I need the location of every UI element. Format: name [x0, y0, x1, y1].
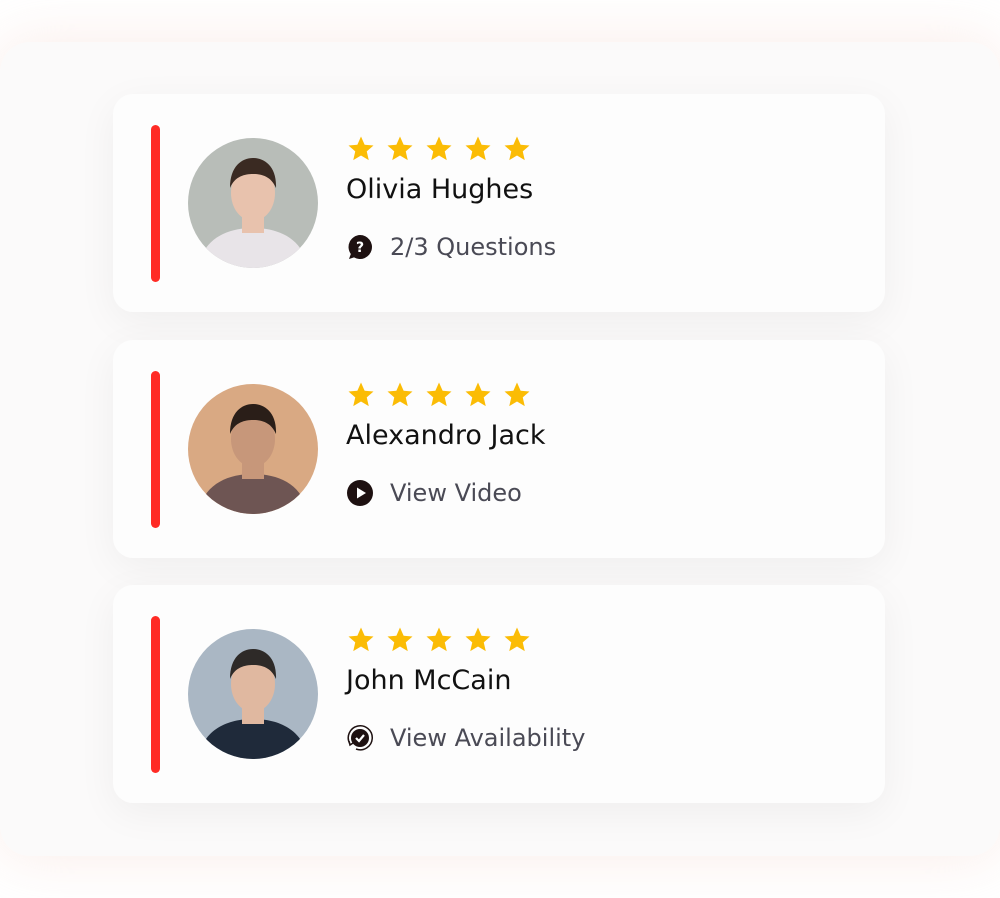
question-bubble-icon: ? — [346, 233, 374, 261]
star-icon — [465, 627, 491, 652]
star-icon — [504, 382, 530, 407]
star-icon — [426, 627, 452, 652]
star-icon — [387, 627, 413, 652]
accent-bar — [151, 125, 160, 282]
star-icon — [465, 382, 491, 407]
reviewer-name: Olivia Hughes — [346, 174, 534, 205]
svg-text:?: ? — [356, 240, 364, 256]
avatar — [188, 138, 318, 268]
action-label: View Video — [390, 479, 522, 507]
reviewer-name: Alexandro Jack — [346, 420, 546, 451]
star-icon — [348, 136, 374, 161]
review-card: Alexandro Jack View Video — [113, 340, 885, 558]
accent-bar — [151, 371, 160, 528]
card-action-link[interactable]: ? 2/3 Questions — [346, 233, 556, 261]
star-icon — [426, 136, 452, 161]
rating-stars — [346, 134, 532, 164]
rating-stars — [346, 380, 532, 410]
reviewer-name: John McCain — [346, 665, 512, 696]
check-circle-icon — [346, 724, 374, 752]
card-action-link[interactable]: View Availability — [346, 724, 585, 752]
star-icon — [387, 382, 413, 407]
rating-stars — [346, 625, 532, 655]
action-label: 2/3 Questions — [390, 233, 557, 261]
star-icon — [387, 136, 413, 161]
review-card: John McCain View Availability — [113, 585, 885, 803]
star-icon — [465, 136, 491, 161]
accent-bar — [151, 616, 160, 773]
star-icon — [504, 627, 530, 652]
play-icon — [346, 479, 374, 507]
avatar — [188, 384, 318, 514]
star-icon — [348, 627, 374, 652]
card-action-link[interactable]: View Video — [346, 479, 522, 507]
star-icon — [504, 136, 530, 161]
star-icon — [426, 382, 452, 407]
review-card: Olivia Hughes ? 2/3 Questions — [113, 94, 885, 312]
action-label: View Availability — [390, 724, 586, 752]
avatar — [188, 629, 318, 759]
star-icon — [348, 382, 374, 407]
